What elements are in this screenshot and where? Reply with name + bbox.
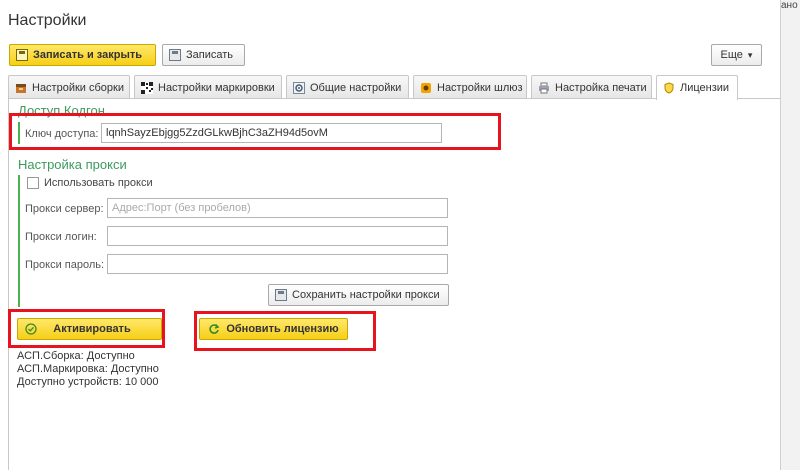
tab-label: Настройки шлюз: [437, 81, 523, 94]
window-title: Настройки: [8, 12, 87, 29]
use-proxy-checkbox[interactable]: [27, 177, 39, 189]
tab-licenses[interactable]: Лицензии: [656, 75, 738, 100]
settings-window: Настройки Записать и закрыть Записать Ещ…: [0, 0, 781, 470]
tab-gateway-settings[interactable]: Настройки шлюз: [413, 75, 527, 99]
background-window: [781, 0, 800, 470]
chevron-down-icon: ▾: [747, 49, 753, 60]
save-icon: [169, 49, 181, 61]
proxy-login-label: Прокси логин:: [25, 231, 97, 243]
proxy-login-input[interactable]: [107, 226, 448, 246]
proxy-server-input[interactable]: Адрес:Порт (без пробелов): [107, 198, 448, 218]
tab-label: Настройки маркировки: [158, 81, 275, 94]
license-icon: [663, 82, 675, 94]
group-accent: [18, 175, 20, 307]
highlight-frame: [9, 113, 501, 150]
tab-label: Лицензии: [680, 82, 730, 94]
background-window-text: ано: [781, 0, 798, 11]
status-marking: АСП.Маркировка: Доступно: [17, 363, 159, 375]
tab-print-settings[interactable]: Настройка печати: [531, 75, 652, 99]
more-label: Еще: [720, 49, 743, 61]
save-icon: [275, 289, 287, 301]
status-assembly: АСП.Сборка: Доступно: [17, 350, 135, 362]
tab-marking-settings[interactable]: Настройки маркировки: [134, 75, 282, 99]
gateway-icon: [420, 82, 432, 94]
save-and-close-button[interactable]: Записать и закрыть: [9, 44, 156, 66]
proxy-group-title: Настройка прокси: [18, 157, 127, 172]
proxy-password-input[interactable]: [107, 254, 448, 274]
use-proxy-label: Использовать прокси: [44, 177, 153, 189]
save-label: Записать: [186, 49, 234, 61]
build-settings-icon: [15, 82, 27, 94]
printer-icon: [538, 82, 550, 94]
tab-bar: Настройки сборки Настройки маркировки Об…: [8, 75, 780, 100]
save-icon: [16, 49, 28, 61]
save-and-close-label: Записать и закрыть: [33, 49, 143, 61]
save-proxy-settings-button[interactable]: Сохранить настройки прокси: [268, 284, 449, 306]
tab-build-settings[interactable]: Настройки сборки: [8, 75, 130, 99]
qr-code-icon: [141, 81, 153, 94]
proxy-server-label: Прокси сервер:: [25, 203, 104, 215]
save-button[interactable]: Записать: [162, 44, 245, 66]
highlight-frame: [8, 309, 165, 348]
save-proxy-settings-label: Сохранить настройки прокси: [292, 289, 440, 301]
gear-icon: [293, 81, 305, 94]
tab-label: Настройка печати: [555, 81, 647, 94]
tab-general-settings[interactable]: Общие настройки: [286, 75, 409, 99]
highlight-frame: [194, 311, 376, 351]
tab-label: Настройки сборки: [32, 81, 124, 94]
more-button[interactable]: Еще ▾: [711, 44, 762, 66]
proxy-password-label: Прокси пароль:: [25, 259, 105, 271]
tab-label: Общие настройки: [310, 81, 402, 94]
status-devices: Доступно устройств: 10 000: [17, 376, 159, 388]
